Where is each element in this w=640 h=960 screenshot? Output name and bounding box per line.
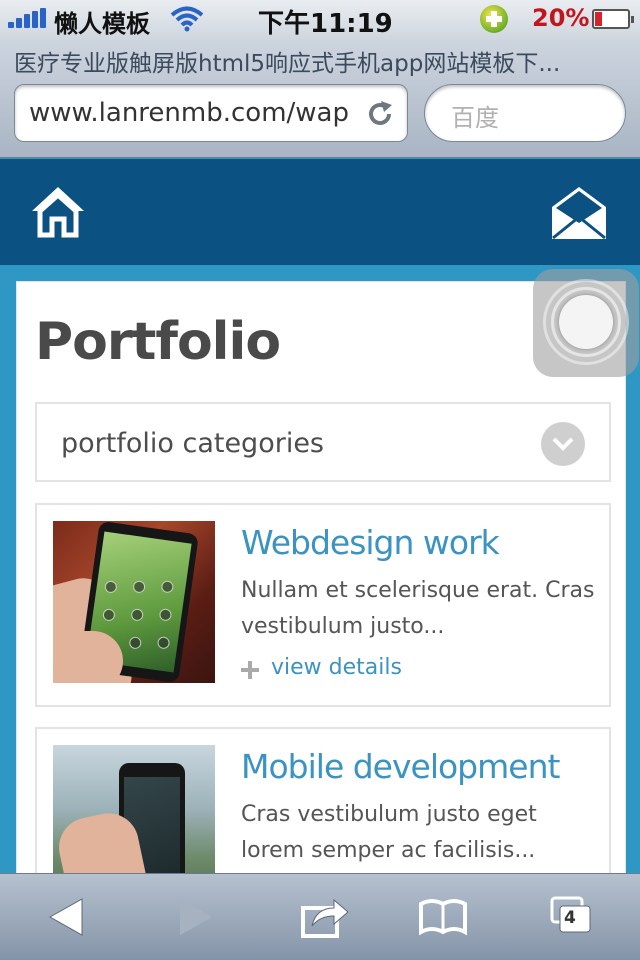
categories-label: portfolio categories [61,428,324,459]
carrier-name: 懒人模板 [54,10,150,38]
portfolio-thumbnail[interactable] [53,521,215,683]
battery-percent: 20% [532,4,590,32]
main-content: Portfolio portfolio categories Webdesign… [16,281,626,887]
status-bar: 懒人模板 下午11:19 20% [0,0,640,40]
home-icon[interactable] [30,183,86,239]
tabs-count: 4 [564,908,576,928]
reload-icon[interactable] [365,99,395,129]
security-app-icon [480,5,508,33]
url-field[interactable]: www.lanrenmb.com/wap [14,84,408,142]
browser-chrome: 医疗专业版触屏版html5响应式手机app网站模板下... www.lanren… [0,40,640,158]
signal-icon [8,8,46,28]
portfolio-categories-dropdown[interactable]: portfolio categories [35,402,611,482]
forward-icon[interactable] [172,894,222,940]
tabs-icon[interactable]: 4 [548,894,598,940]
back-icon[interactable] [44,894,94,940]
battery-level [595,12,602,26]
search-input[interactable]: 百度 [424,84,626,142]
browser-toolbar: 4 [0,873,640,960]
mail-icon[interactable] [550,185,608,241]
wifi-icon [170,6,204,32]
search-placeholder: 百度 [451,104,499,132]
clock: 下午11:19 [258,9,393,39]
share-icon[interactable] [300,894,350,940]
assistive-touch-button[interactable] [533,269,639,377]
portfolio-item-title[interactable]: Mobile development [241,747,560,786]
browser-page-title: 医疗专业版触屏版html5响应式手机app网站模板下... [14,51,561,77]
chevron-down-icon[interactable] [541,422,585,466]
portfolio-thumbnail[interactable] [53,745,215,885]
site-header [0,159,640,265]
page-title: Portfolio [35,312,281,372]
portfolio-item-description: Cras vestibulum justo eget lorem semper … [241,802,537,863]
bookmarks-icon[interactable] [418,894,468,940]
portfolio-item[interactable]: Webdesign work Nullam et scelerisque era… [35,503,611,707]
battery-icon [592,9,634,29]
plus-icon [241,661,259,679]
portfolio-item[interactable]: Mobile development Cras vestibulum justo… [35,727,611,887]
portfolio-item-description: Nullam et scelerisque erat. Cras vestibu… [241,578,595,639]
view-details-link[interactable]: view details [271,655,402,680]
url-text[interactable]: www.lanrenmb.com/wap [29,98,365,128]
portfolio-item-title[interactable]: Webdesign work [241,523,500,562]
